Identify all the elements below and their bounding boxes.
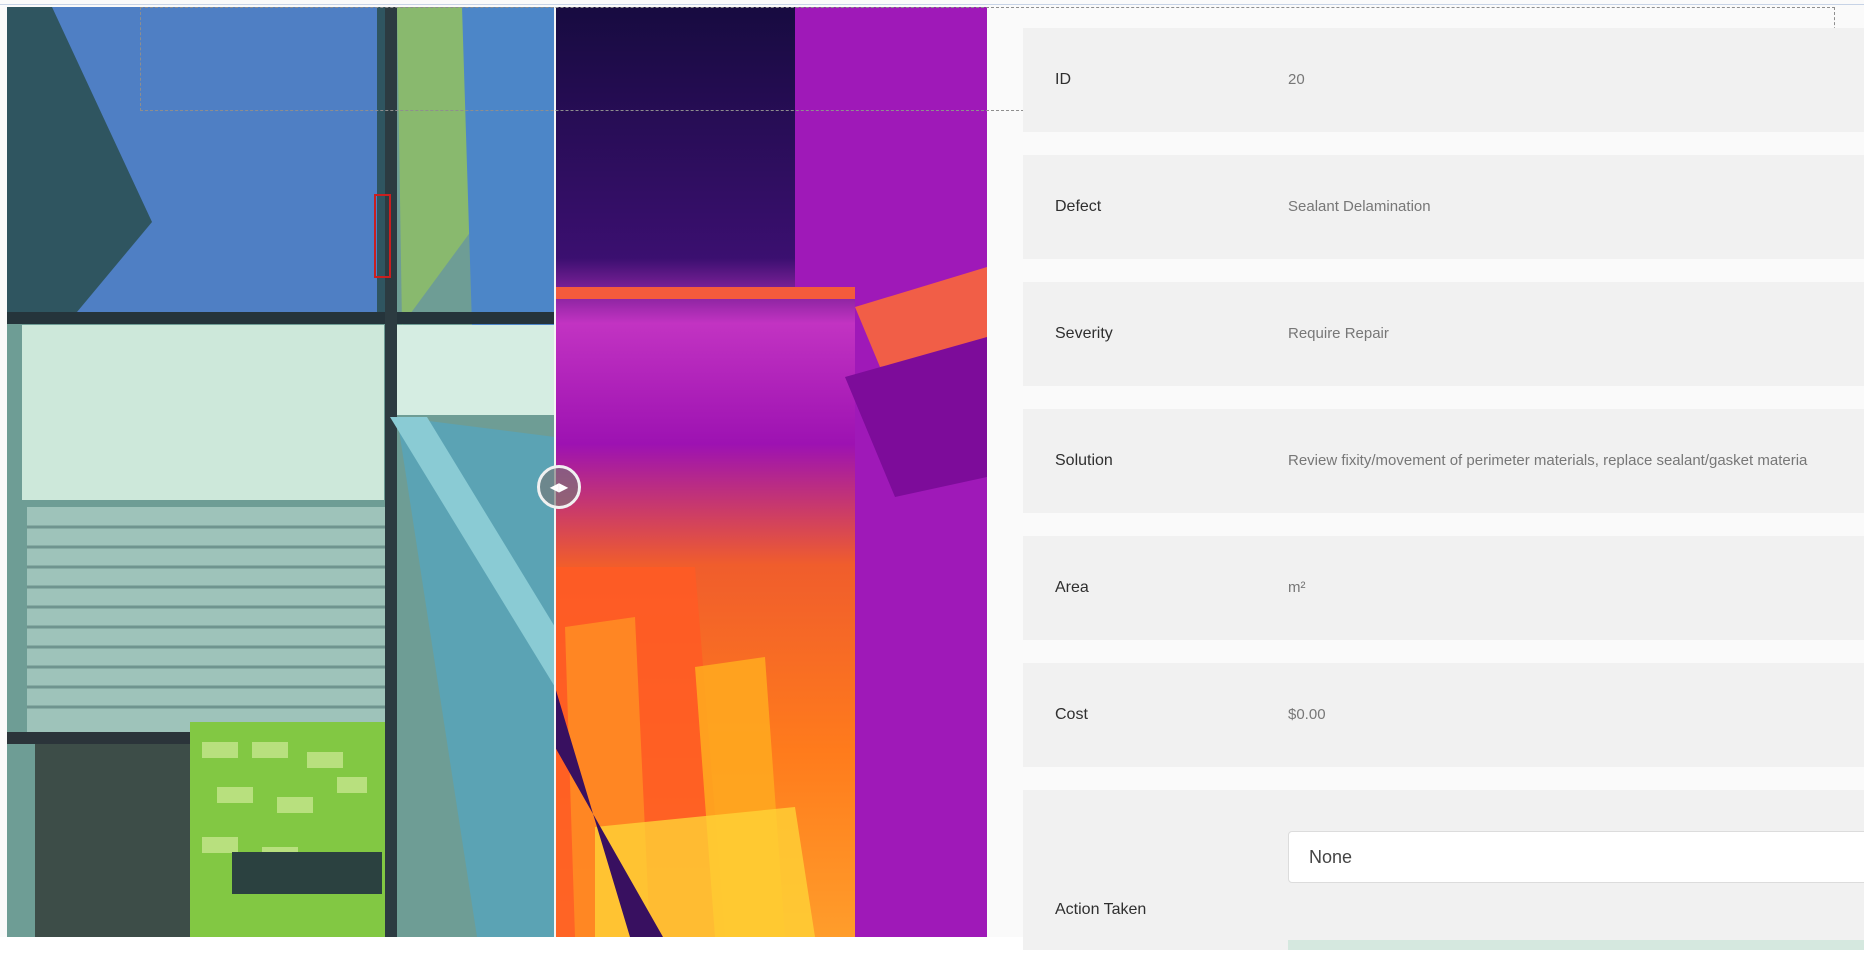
action-next-field: [1288, 940, 1864, 950]
detail-row-solution: Solution Review fixity/movement of perim…: [1023, 409, 1864, 513]
detail-row-id: ID 20: [1023, 28, 1864, 132]
detail-row-severity: Severity Require Repair: [1023, 282, 1864, 386]
image-comparison[interactable]: ◀▶: [7, 7, 987, 937]
solution-label: Solution: [1055, 452, 1113, 469]
detail-row-defect: Defect Sealant Delamination: [1023, 155, 1864, 259]
id-label: ID: [1055, 71, 1071, 88]
left-right-arrows-icon[interactable]: ◀▶: [537, 465, 581, 509]
visible-photo-art: [7, 7, 555, 937]
cost-label: Cost: [1055, 706, 1088, 723]
visible-image: [7, 7, 555, 937]
top-border: [0, 4, 1864, 5]
detail-row-action-taken: None Action Taken: [1023, 790, 1864, 950]
detail-row-cost: Cost $0.00: [1023, 663, 1864, 767]
thermal-image: [555, 7, 987, 937]
action-taken-select[interactable]: None: [1288, 831, 1864, 883]
thermal-photo-art: [555, 7, 987, 937]
area-value: m²: [1288, 579, 1306, 596]
id-value: 20: [1288, 71, 1305, 88]
defect-details-panel: ID 20 Defect Sealant Delamination Severi…: [1023, 28, 1864, 973]
cost-value: $0.00: [1288, 706, 1326, 723]
area-label: Area: [1055, 579, 1089, 596]
action-taken-label: Action Taken: [1055, 901, 1147, 918]
severity-label: Severity: [1055, 325, 1113, 342]
solution-value: Review fixity/movement of perimeter mate…: [1288, 452, 1808, 469]
defect-value: Sealant Delamination: [1288, 198, 1431, 215]
application-window: ◀▶ ID 20 Defect Sealant Delamination Sev…: [0, 0, 1864, 950]
severity-value: Require Repair: [1288, 325, 1389, 342]
detail-row-area: Area m²: [1023, 536, 1864, 640]
defect-label: Defect: [1055, 198, 1102, 215]
